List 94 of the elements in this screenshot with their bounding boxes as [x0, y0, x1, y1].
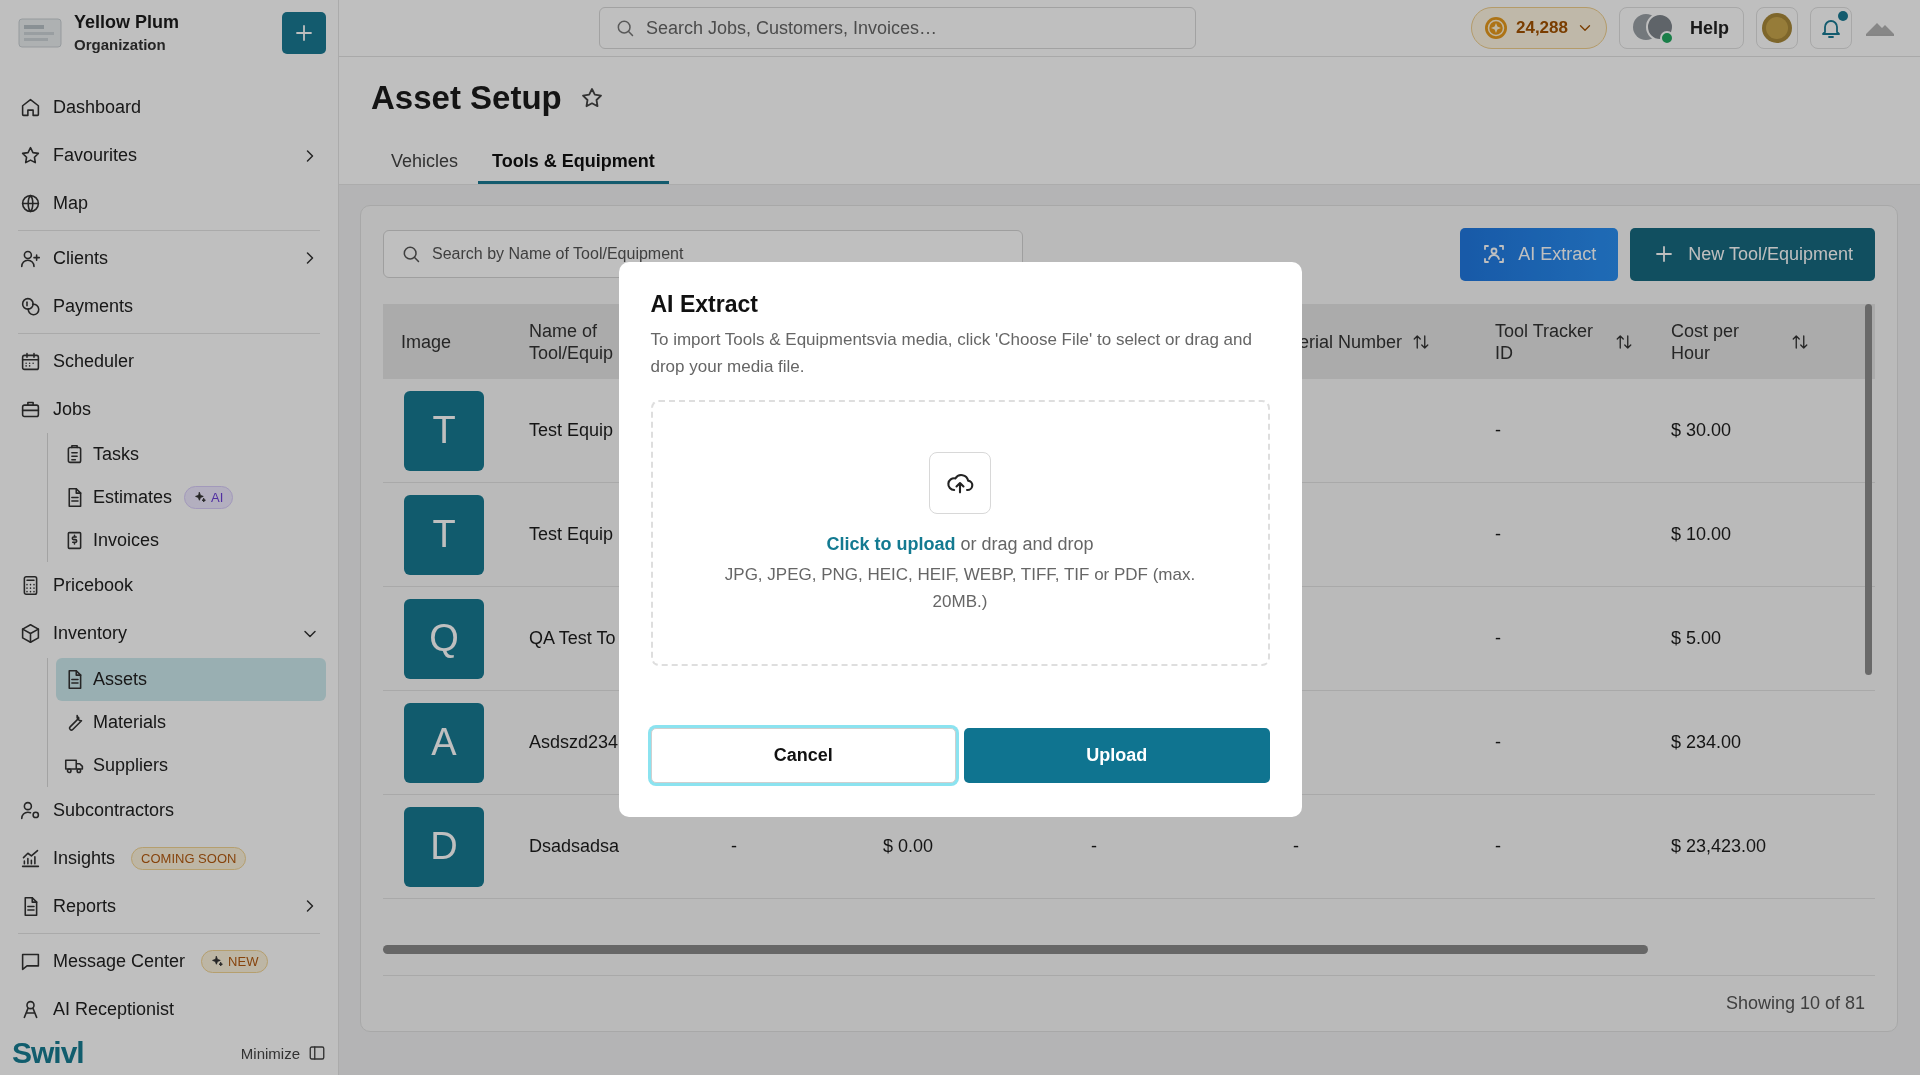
- upload-instruction: Click to upload or drag and drop: [826, 534, 1094, 555]
- upload-button[interactable]: Upload: [964, 728, 1270, 783]
- sidebar-item[interactable]: Inventory: [18, 609, 326, 658]
- brand-logo: Swivl: [12, 1036, 84, 1071]
- sidebar-item[interactable]: Dashboard: [18, 83, 326, 132]
- sparkle-icon: [211, 954, 225, 968]
- tab[interactable]: Tools & Equipment: [478, 142, 669, 184]
- column-header: Tool Tracker ID: [1495, 319, 1595, 364]
- avatar-button[interactable]: [1756, 7, 1798, 49]
- scrollbar[interactable]: [1865, 304, 1872, 675]
- notifications-button[interactable]: [1810, 7, 1852, 49]
- chart-icon: [20, 848, 41, 869]
- help-button[interactable]: Help: [1619, 7, 1744, 49]
- file-types-hint: JPG, JPEG, PNG, HEIC, HEIF, WEBP, TIFF, TIF or PDF (max. 20MB.): [723, 564, 1197, 613]
- search-icon: [615, 18, 635, 38]
- sidebar-item[interactable]: Insights COMING SOON: [18, 834, 326, 883]
- table-cell: Test Equip: [529, 524, 614, 544]
- table-cell: QA Test To: [529, 628, 616, 648]
- sparkle-icon: [194, 490, 208, 504]
- sidebar-item[interactable]: Materials: [56, 700, 326, 744]
- pagination-summary: Showing 10 of 81: [1725, 993, 1865, 1014]
- scrollbar[interactable]: [383, 945, 1648, 954]
- letter-avatar: Q: [404, 598, 484, 679]
- table-cell: -: [1495, 524, 1501, 544]
- column-header: Name of Tool/Equip: [529, 319, 615, 364]
- minimize-button[interactable]: Minimize: [240, 1044, 326, 1063]
- sidebar-item[interactable]: Subcontractors: [18, 786, 326, 835]
- table-cell: -: [1495, 420, 1501, 440]
- search-icon: [401, 244, 421, 264]
- sidebar-item[interactable]: Reports: [18, 882, 326, 931]
- user-gear-icon: [20, 800, 41, 822]
- sidebar-item[interactable]: Invoices: [56, 518, 326, 562]
- scan-icon: [1482, 242, 1507, 266]
- table-cell: -: [1495, 732, 1501, 752]
- sidebar-item[interactable]: Assets: [56, 657, 326, 701]
- dialog-title: AI Extract: [650, 291, 759, 318]
- calendar-icon: [20, 350, 41, 372]
- coin-icon: [1484, 16, 1508, 40]
- letter-avatar: T: [404, 494, 484, 575]
- table-cell: $ 234.00: [1671, 732, 1742, 752]
- badge-label: NEW: [228, 953, 259, 969]
- badge-label: AI: [211, 489, 224, 505]
- page-title: Asset Setup: [371, 79, 562, 117]
- upload-button[interactable]: [929, 452, 991, 514]
- globe-icon: [20, 193, 41, 214]
- letter-avatar: A: [404, 702, 484, 783]
- sidebar-item[interactable]: Scheduler: [18, 337, 326, 386]
- tab[interactable]: Vehicles: [377, 142, 473, 184]
- table-cell: -: [731, 836, 737, 856]
- sidebar-item[interactable]: Pricebook: [18, 561, 326, 610]
- points-button[interactable]: 24,288: [1471, 7, 1607, 49]
- sidebar-item[interactable]: Message Center NEW: [18, 937, 326, 986]
- sidebar-item[interactable]: Jobs: [18, 385, 326, 433]
- home-icon: [20, 97, 41, 119]
- panel-icon: [308, 1044, 326, 1063]
- sidebar-item[interactable]: AI Receptionist: [18, 985, 326, 1034]
- column-header: Cost per Hour: [1671, 319, 1741, 364]
- table-cell: -: [1495, 628, 1501, 648]
- table-cell: -: [1293, 836, 1299, 856]
- sidebar-item[interactable]: Clients: [18, 234, 326, 283]
- table-cell: Asdszd234: [529, 732, 619, 752]
- logo-icon: [18, 17, 62, 48]
- column-header: Image: [401, 330, 452, 353]
- upload-link[interactable]: Click to upload: [826, 534, 956, 554]
- star-icon[interactable]: [579, 86, 604, 110]
- box-icon: [20, 623, 41, 645]
- table-cell: $ 0.00: [883, 836, 934, 856]
- table-cell: Test Equip: [529, 420, 614, 440]
- sidebar-item[interactable]: Tasks: [56, 432, 326, 476]
- organization-name: Yellow Plum: [74, 12, 181, 34]
- dialog-description: To import Tools & Equipmentsvia media, click 'Choose File' to select or drag and drop your media file.: [650, 329, 1253, 378]
- table-cell: $ 10.00: [1671, 524, 1732, 544]
- sidebar-item[interactable]: Estimates AI: [56, 475, 326, 519]
- table-cell: $ 30.00: [1671, 420, 1732, 440]
- sidebar-item[interactable]: Suppliers: [56, 743, 326, 787]
- sidebar-item[interactable]: Payments: [18, 282, 326, 331]
- new-item-button[interactable]: New Tool/Equipment: [1630, 227, 1875, 281]
- letter-avatar: D: [404, 806, 484, 887]
- cancel-button[interactable]: Cancel: [650, 728, 956, 783]
- search-field[interactable]: Search Jobs, Customers, Invoices…: [599, 7, 1196, 49]
- status-badge: COMING SOON: [131, 847, 247, 870]
- avatar: [1761, 12, 1793, 44]
- coins-icon: [20, 295, 41, 317]
- add-button[interactable]: [282, 11, 326, 54]
- sidebar-item[interactable]: Favourites: [18, 131, 326, 180]
- sidebar-item[interactable]: Map: [18, 179, 326, 228]
- organization-subtitle: Organization: [74, 36, 167, 54]
- table-cell: -: [1495, 836, 1501, 856]
- table-cell: $ 5.00: [1671, 628, 1722, 648]
- dropzone[interactable]: Click to upload or drag and drop JPG, JPEG, PNG, HEIC, HEIF, WEBP, TIFF, TIF or PDF (max. 20MB.): [650, 400, 1270, 666]
- table-cell: -: [1091, 836, 1097, 856]
- table-cell: $ 23,423.00: [1671, 836, 1767, 856]
- table-cell: Dsadsadsa: [529, 836, 620, 856]
- letter-avatar: T: [404, 390, 484, 471]
